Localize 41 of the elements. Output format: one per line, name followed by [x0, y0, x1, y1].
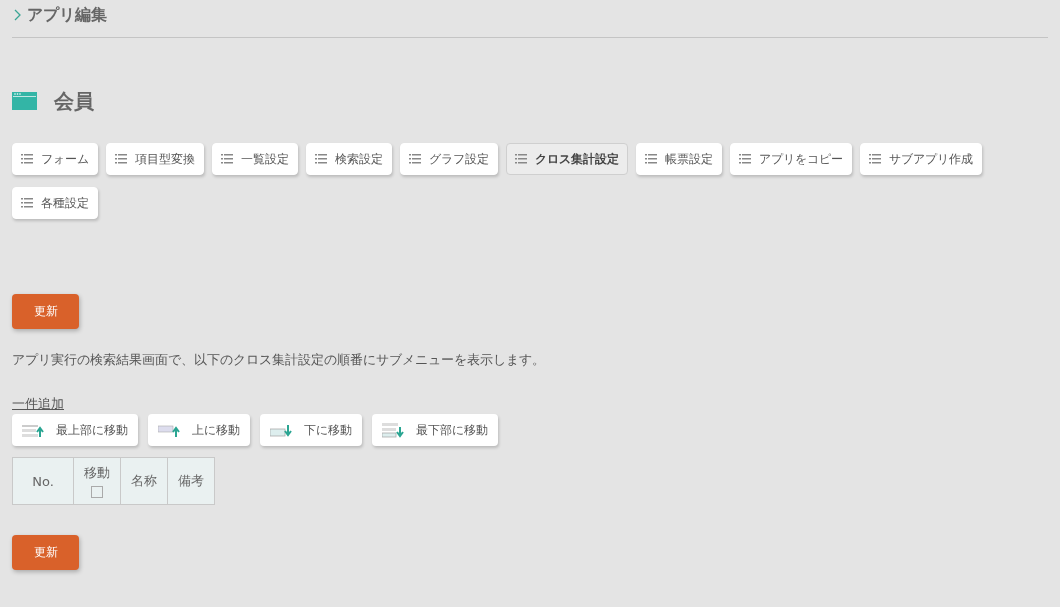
update-button[interactable]: 更新	[12, 294, 79, 329]
column-header: No.	[12, 457, 74, 505]
menu-tab[interactable]: クロス集計設定	[506, 143, 628, 175]
column-header: 名称	[120, 457, 168, 505]
move-button[interactable]: 最下部に移動	[372, 414, 498, 446]
column-header: 移動	[73, 457, 121, 505]
menu-tab[interactable]: グラフ設定	[400, 143, 498, 175]
list-icon	[515, 154, 527, 164]
list-icon	[739, 154, 751, 164]
move-up-icon	[158, 422, 180, 438]
list-icon	[115, 154, 127, 164]
breadcrumb-label: アプリ編集	[27, 4, 107, 26]
move-down-icon	[270, 422, 292, 438]
list-icon	[21, 154, 33, 164]
description-text: アプリ実行の検索結果画面で、以下のクロス集計設定の順番にサブメニューを表示します。	[12, 351, 546, 369]
move-bottom-icon	[382, 422, 404, 438]
list-icon	[645, 154, 657, 164]
menu-tab[interactable]: サブアプリ作成	[860, 143, 982, 175]
app-title: 会員	[54, 87, 94, 115]
list-icon	[315, 154, 327, 164]
menu-tab[interactable]: 帳票設定	[636, 143, 722, 175]
menu-tab[interactable]: アプリをコピー	[730, 143, 852, 175]
menu-tab[interactable]: フォーム	[12, 143, 98, 175]
move-button[interactable]: 上に移動	[148, 414, 250, 446]
move-button[interactable]: 下に移動	[260, 414, 362, 446]
add-row-link[interactable]: 一件追加	[12, 395, 64, 413]
list-icon	[869, 154, 881, 164]
chevron-icon	[14, 9, 21, 21]
update-button[interactable]: 更新	[12, 535, 79, 570]
list-icon	[409, 154, 421, 164]
move-button[interactable]: 最上部に移動	[12, 414, 138, 446]
menu-tab[interactable]: 一覧設定	[212, 143, 298, 175]
menu-tab[interactable]: 項目型変換	[106, 143, 204, 175]
menu-tab[interactable]: 各種設定	[12, 187, 98, 219]
menu-tab[interactable]: 検索設定	[306, 143, 392, 175]
list-icon	[21, 198, 33, 208]
list-icon	[221, 154, 233, 164]
column-header: 備考	[167, 457, 215, 505]
move-top-icon	[22, 422, 44, 438]
window-icon	[12, 92, 37, 110]
select-all-checkbox[interactable]	[91, 486, 103, 498]
